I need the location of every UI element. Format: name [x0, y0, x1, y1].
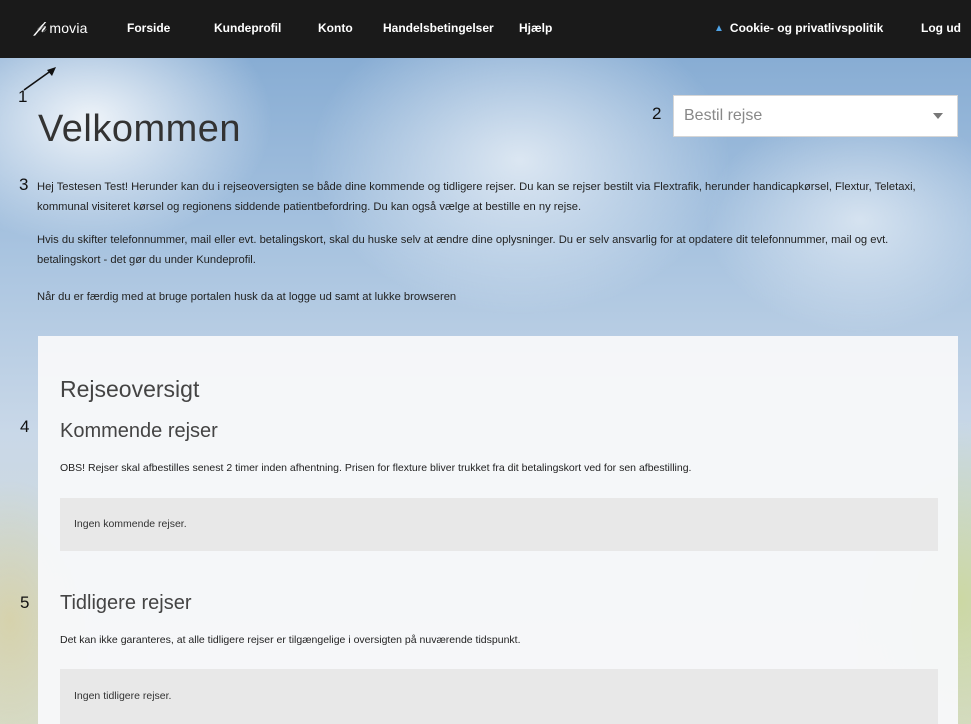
overview-title: Rejseoversigt: [60, 376, 200, 402]
intro-text: Hej Testesen Test! Herunder kan du i rej…: [37, 177, 952, 307]
movia-logo[interactable]: 𝓅 movia: [34, 19, 88, 36]
chevron-down-icon: [933, 113, 943, 119]
intro-paragraph-2: Hvis du skifter telefonnummer, mail elle…: [37, 234, 889, 266]
trip-overview-panel: Rejseoversigt Kommende rejser OBS! Rejse…: [38, 336, 958, 724]
annotation-2: 2: [652, 104, 662, 123]
past-trips-empty: Ingen tidligere rejser.: [60, 669, 938, 724]
order-trip-select[interactable]: Bestil rejse: [673, 95, 958, 137]
order-trip-select-value: Bestil rejse: [684, 107, 763, 124]
upcoming-trips-note: OBS! Rejser skal afbestilles senest 2 ti…: [60, 462, 692, 474]
intro-paragraph-3: Når du er færdig med at bruge portalen h…: [37, 291, 457, 303]
nav-forside[interactable]: Forside: [127, 21, 170, 35]
nav-handelsbetingelser[interactable]: Handelsbetingelser: [383, 21, 494, 35]
nav-konto[interactable]: Konto: [318, 21, 353, 35]
upcoming-trips-title: Kommende rejser: [60, 420, 218, 442]
logout-link[interactable]: Log ud: [921, 21, 961, 35]
page-title: Velkommen: [38, 108, 242, 150]
top-navbar: 𝓅 movia Forside Kundeprofil Konto Handel…: [0, 0, 971, 58]
nav-hjaelp[interactable]: Hjælp: [519, 21, 552, 35]
intro-paragraph-1: Hej Testesen Test! Herunder kan du i rej…: [37, 181, 916, 213]
brand-label: movia: [49, 19, 88, 36]
upcoming-trips-empty: Ingen kommende rejser.: [60, 498, 938, 551]
past-trips-title: Tidligere rejser: [60, 592, 192, 614]
movia-logo-icon: 𝓅: [34, 17, 47, 37]
annotation-4: 4: [20, 417, 30, 436]
annotation-3: 3: [19, 175, 29, 194]
past-trips-note: Det kan ikke garanteres, at alle tidlige…: [60, 634, 521, 646]
annotation-1: 1: [18, 87, 28, 106]
nav-cookie-policy[interactable]: ▲ Cookie- og privatlivspolitik: [714, 21, 883, 35]
warning-triangle-icon: ▲: [714, 22, 724, 34]
nav-kundeprofil[interactable]: Kundeprofil: [214, 21, 281, 35]
annotation-arrow-icon: [23, 67, 56, 91]
nav-cookie-label: Cookie- og privatlivspolitik: [729, 21, 884, 35]
annotation-5: 5: [20, 593, 30, 612]
